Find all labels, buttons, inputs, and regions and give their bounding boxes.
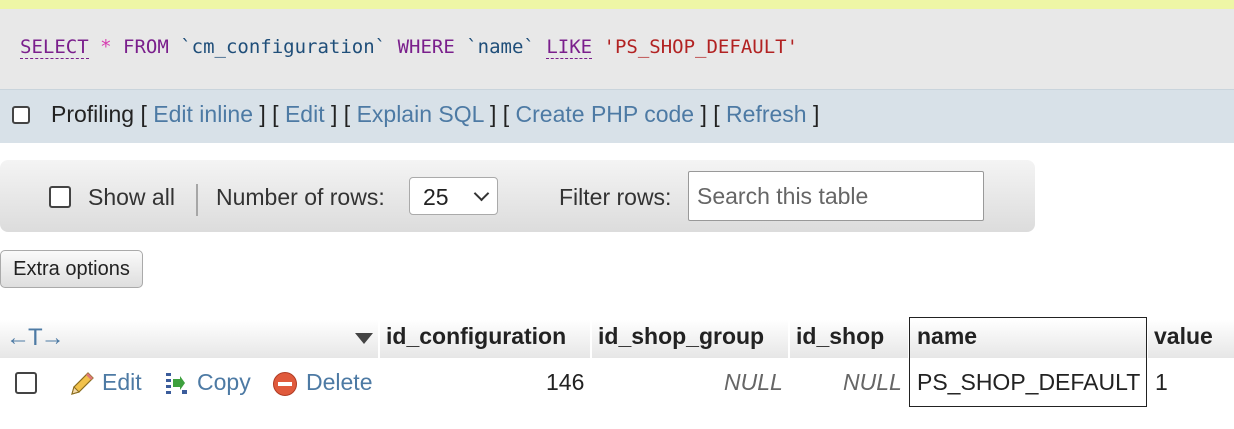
sql-keyword-select[interactable]: SELECT [20,36,89,59]
cell-id-configuration[interactable]: 146 [546,369,584,396]
delete-icon[interactable] [272,371,298,397]
profiling-checkbox[interactable] [12,106,30,124]
column-resize-arrows-icon[interactable]: ←T→ [6,324,65,352]
sql-star: * [100,36,112,58]
top-highlight-strip [0,0,1234,9]
profiling-label: Profiling [51,101,135,127]
extra-options-button[interactable]: Extra options [0,250,143,288]
sql-keyword-where: WHERE [397,36,455,58]
filter-rows-input[interactable] [688,171,984,221]
sql-string-value: 'PS_SHOP_DEFAULT' [603,36,799,58]
create-php-code-link[interactable]: Create PHP code [516,101,695,127]
show-all-label: Show all [88,184,175,210]
chevron-down-icon [473,185,490,202]
column-divider [378,320,380,358]
edit-row-link[interactable]: Edit [102,369,142,396]
row-checkbox[interactable] [15,372,37,394]
sql-keyword-like[interactable]: LIKE [546,36,593,59]
column-header-id-configuration[interactable]: id_configuration [386,323,566,350]
profiling-row: Profiling [ Edit inline ] [ Edit ] [ Exp… [51,101,820,127]
delete-row-link[interactable]: Delete [306,369,372,396]
copy-row-link[interactable]: Copy [197,369,251,396]
edit-link[interactable]: Edit [285,101,325,127]
pencil-icon[interactable] [68,370,96,398]
column-header-id-shop[interactable]: id_shop [796,323,884,350]
sql-query: SELECT * FROM `cm_configuration` WHERE `… [20,36,799,59]
sql-keyword-from: FROM [123,36,169,58]
refresh-link[interactable]: Refresh [726,101,807,127]
filter-rows-label: Filter rows: [559,184,672,210]
column-divider [590,320,592,358]
cell-id-shop[interactable]: NULL [843,369,902,396]
cell-id-shop-group[interactable]: NULL [724,369,783,396]
cell-value[interactable]: 1 [1155,369,1168,396]
copy-icon[interactable] [162,370,190,398]
sort-dropdown-icon[interactable] [355,333,373,344]
rows-per-page-value: 25 [423,184,449,210]
edit-inline-link[interactable]: Edit inline [153,101,253,127]
rows-label: Number of rows: [216,184,385,210]
column-divider [788,320,790,358]
column-header-value[interactable]: value [1154,323,1213,350]
cell-name[interactable]: PS_SHOP_DEFAULT [917,369,1140,396]
column-header-id-shop-group[interactable]: id_shop_group [598,323,764,350]
sql-column-name: `name` [466,36,535,58]
sql-table-name: `cm_configuration` [180,36,387,58]
nav-separator [196,184,198,216]
explain-sql-link[interactable]: Explain SQL [357,101,484,127]
show-all-checkbox[interactable] [49,186,71,208]
rows-per-page-select[interactable]: 25 [409,177,498,215]
